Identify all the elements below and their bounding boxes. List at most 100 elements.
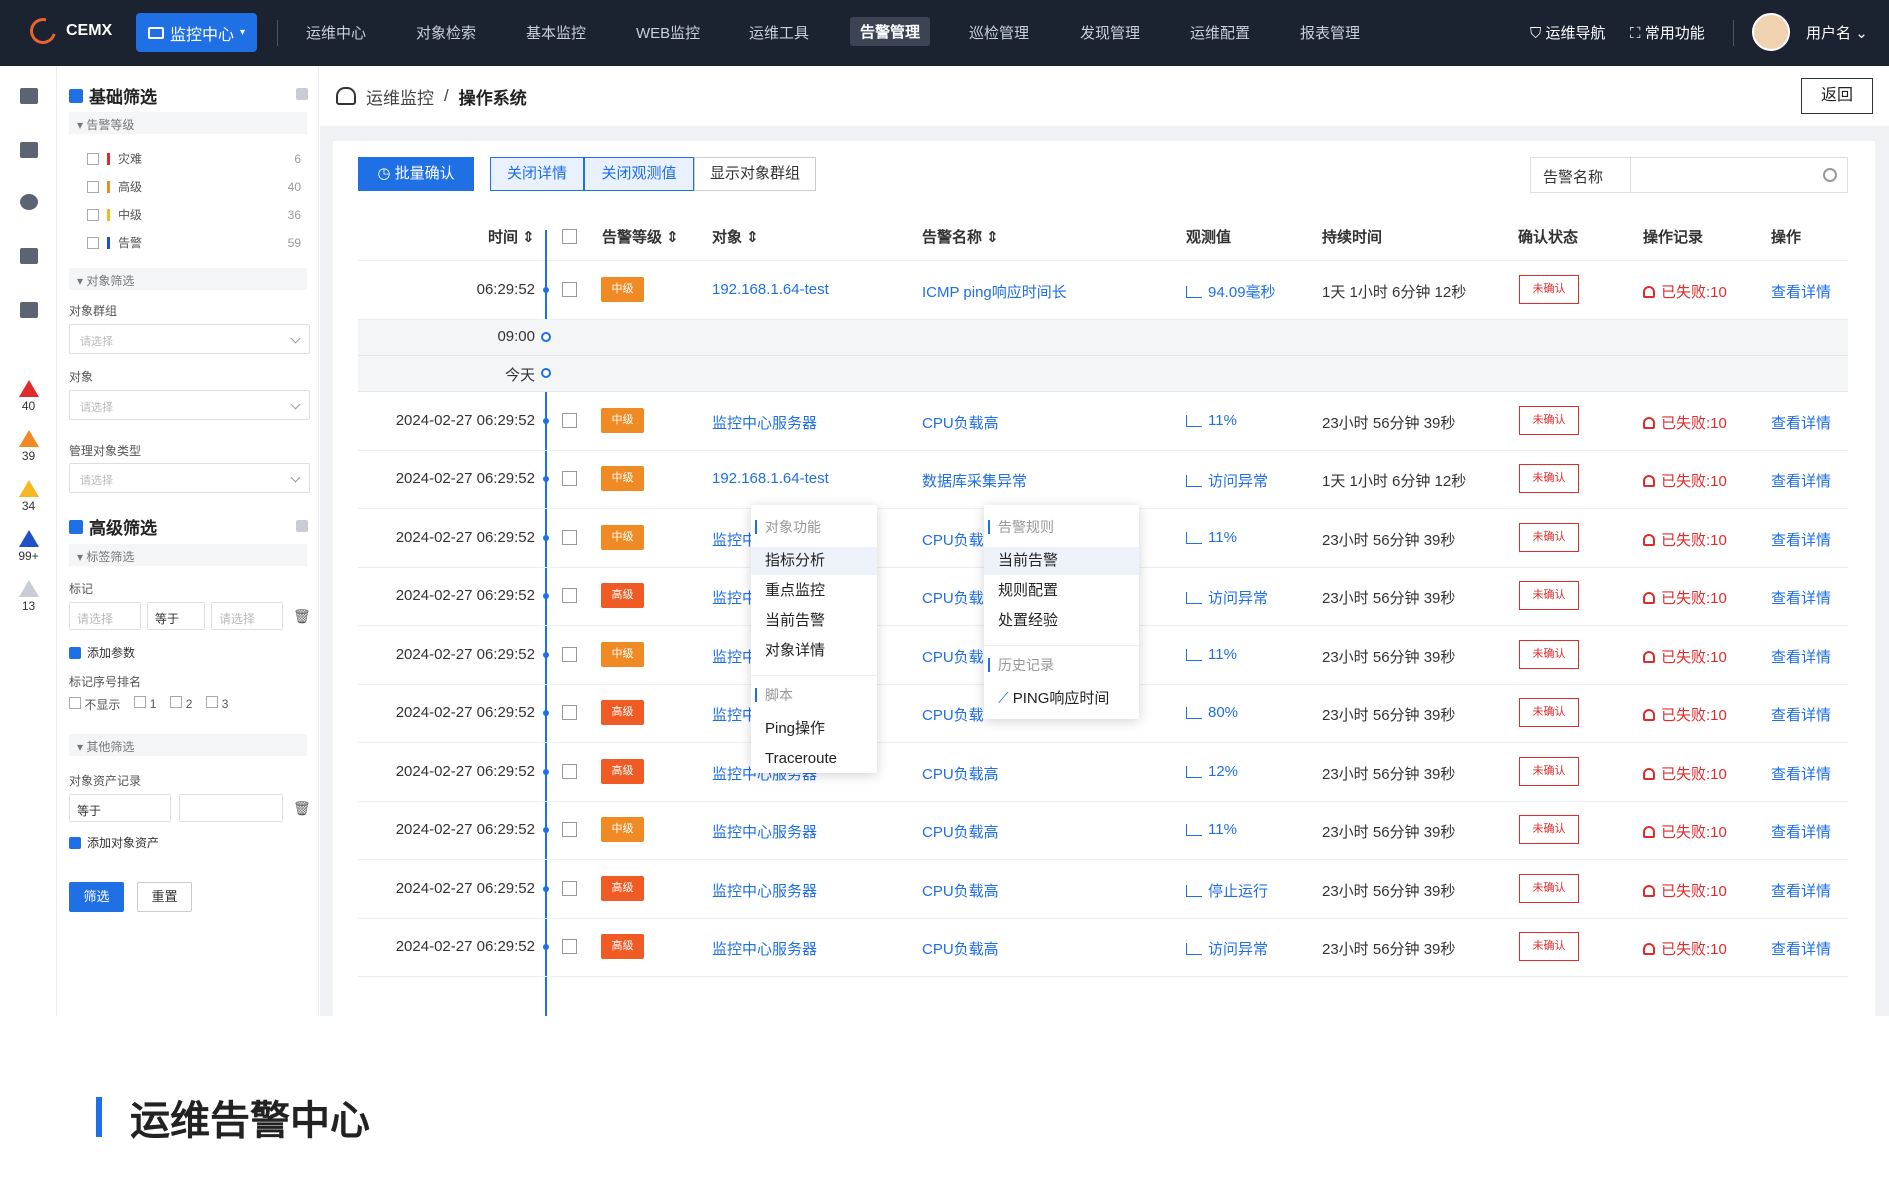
view-detail-link[interactable]: 查看详情 [1771,281,1831,302]
operation-record[interactable]: 已失败:10 [1643,529,1727,550]
operation-record[interactable]: 已失败:10 [1643,470,1727,491]
row-checkbox[interactable] [562,647,577,662]
rank-option[interactable]: 不显示 [69,696,120,713]
pin-icon[interactable] [296,520,308,532]
menu-item-handling-experience[interactable]: 处置经验 [984,607,1139,635]
status-badge[interactable]: 未确认 [1519,523,1579,552]
alert-name-link[interactable]: CPU负载 [922,704,984,725]
add-param-button[interactable]: 添加参数 [69,644,135,661]
level-filter-disaster[interactable]: 灾难 6 [87,150,301,167]
common-functions-link[interactable]: ⛶ 常用功能 [1630,22,1705,43]
batch-confirm-button[interactable]: ◷ 批量确认 [358,157,474,191]
observation-value[interactable]: 停止运行 [1186,880,1268,901]
tag-key-select[interactable]: 请选择 [69,602,141,630]
search-icon[interactable] [1823,168,1837,182]
status-badge[interactable]: 未确认 [1519,757,1579,786]
alert-name-link[interactable]: CPU负载 [922,587,984,608]
trash-icon[interactable]: 🗑 [293,800,311,817]
row-checkbox[interactable] [562,822,577,837]
nav-alert-management[interactable]: 告警管理 [850,17,931,46]
col-header-time[interactable]: 时间 ⇕ [488,226,535,247]
rank-option[interactable]: 3 [206,696,228,713]
observation-value[interactable]: 12% [1186,763,1238,780]
alert-name-link[interactable]: CPU负载高 [922,821,999,842]
alert-name-link[interactable]: CPU负载高 [922,938,999,959]
ops-nav-link[interactable]: ⛉ 运维导航 [1530,22,1605,43]
menu-item-current-alerts[interactable]: 当前告警 [751,607,877,635]
alert-name-link[interactable]: CPU负载高 [922,763,999,784]
breadcrumb-parent[interactable]: 运维监控 [366,84,434,109]
view-detail-link[interactable]: 查看详情 [1771,646,1831,667]
status-badge[interactable]: 未确认 [1519,275,1579,304]
view-detail-link[interactable]: 查看详情 [1771,938,1831,959]
checkbox[interactable] [87,180,99,193]
observation-value[interactable]: 80% [1186,704,1238,721]
menu-item-object-detail[interactable]: 对象详情 [751,637,877,665]
nav-basic-monitor[interactable]: 基本监控 [526,22,586,43]
operation-record[interactable]: 已失败:10 [1643,587,1727,608]
nav-ops-tools[interactable]: 运维工具 [749,22,809,43]
alert-name-link[interactable]: CPU负载高 [922,880,999,901]
status-badge[interactable]: 未确认 [1519,815,1579,844]
table-row[interactable]: 2024-02-27 06:29:52 中级 监控中心服务器 CPU负载高 11% 23小… [358,802,1848,860]
menu-item-current-alert[interactable]: 当前告警 [984,547,1139,575]
view-detail-link[interactable]: 查看详情 [1771,412,1831,433]
observation-value[interactable]: 11% [1186,646,1237,663]
table-row[interactable]: 06:29:52 中级 192.168.1.64-test ICMP ping响应时间… [358,262,1848,320]
table-row[interactable]: 2024-02-27 06:29:52 高级 监控中心服务器 CPU负载高 12% 23小… [358,744,1848,802]
row-checkbox[interactable] [562,588,577,603]
operation-record[interactable]: 已失败:10 [1643,938,1727,959]
object-link[interactable]: 监控中心服务器 [712,880,817,901]
row-checkbox[interactable] [562,705,577,720]
checkbox[interactable] [87,208,99,221]
operation-record[interactable]: 已失败:10 [1643,281,1727,302]
table-row[interactable]: 2024-02-27 06:29:52 中级 192.168.1.64-test 数据… [358,451,1848,509]
table-row[interactable]: 2024-02-27 06:29:52 中级 监控中心服务器 CPU负载高 11% 23小… [358,393,1848,451]
object-link[interactable]: 监控中心服务器 [712,412,817,433]
observation-value[interactable]: 11% [1186,821,1237,838]
object-group-select[interactable]: 请选择 [69,324,310,354]
nav-web-monitor[interactable]: WEB监控 [636,22,700,43]
row-checkbox[interactable] [562,471,577,486]
table-row[interactable]: 2024-02-27 06:29:52 高级 监控中心服务器 CPU负载高 停止运行 23… [358,861,1848,919]
operation-record[interactable]: 已失败:10 [1643,704,1727,725]
view-detail-link[interactable]: 查看详情 [1771,821,1831,842]
info-alert-count[interactable]: 13 [0,580,57,613]
status-badge[interactable]: 未确认 [1519,581,1579,610]
level-filter-warning[interactable]: 告警 59 [87,234,301,251]
tag-value-select[interactable]: 请选择 [211,602,283,630]
observation-value[interactable]: 访问异常 [1186,587,1268,608]
menu-item-ping[interactable]: Ping操作 [751,715,877,743]
alert-name-link[interactable]: CPU负载高 [922,412,999,433]
alert-name-link[interactable]: CPU负载 [922,529,984,550]
asset-value-input[interactable] [179,794,283,822]
status-badge[interactable]: 未确认 [1519,406,1579,435]
disaster-alert-count[interactable]: 40 [0,380,57,413]
operation-record[interactable]: 已失败:10 [1643,646,1727,667]
row-checkbox[interactable] [562,530,577,545]
row-checkbox[interactable] [562,282,577,297]
object-link[interactable]: 监控中心服务器 [712,938,817,959]
checkbox[interactable] [87,152,99,165]
search-input[interactable] [1631,158,1811,192]
pin-icon[interactable] [296,88,308,100]
status-badge[interactable]: 未确认 [1519,640,1579,669]
tag-operator-select[interactable]: 等于 [147,602,205,630]
close-detail-toggle[interactable]: 关闭详情 [490,157,584,191]
trend-icon[interactable] [20,302,38,318]
operation-record[interactable]: 已失败:10 [1643,412,1727,433]
nav-discovery[interactable]: 发现管理 [1080,22,1140,43]
row-checkbox[interactable] [562,413,577,428]
nav-ops-center[interactable]: 运维中心 [306,22,366,43]
row-checkbox[interactable] [562,881,577,896]
rank-option[interactable]: 1 [134,696,156,713]
menu-item-ping-response[interactable]: ⟋ PING响应时间 [984,685,1139,713]
view-detail-link[interactable]: 查看详情 [1771,704,1831,725]
nav-object-search[interactable]: 对象检索 [416,22,476,43]
observation-value[interactable]: 94.09毫秒 [1186,281,1276,302]
home-icon[interactable] [20,88,38,104]
status-badge[interactable]: 未确认 [1519,932,1579,961]
close-observation-toggle[interactable]: 关闭观测值 [584,157,694,191]
observation-value[interactable]: 11% [1186,412,1237,429]
observation-value[interactable]: 访问异常 [1186,938,1268,959]
